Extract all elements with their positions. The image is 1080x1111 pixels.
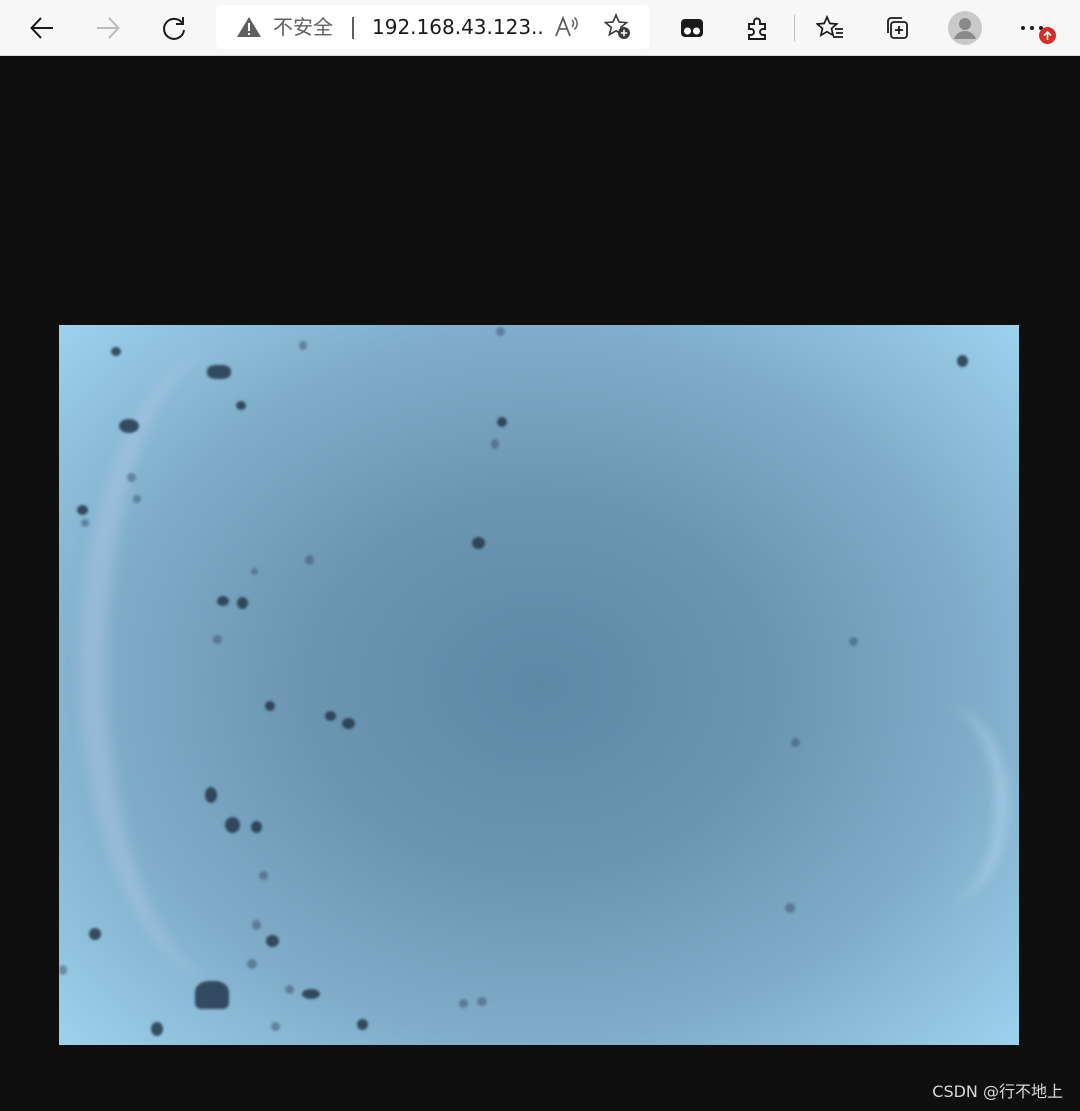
dust-speck <box>213 635 222 644</box>
dust-speck <box>305 555 314 565</box>
page-content: CSDN @行不地上 <box>0 57 1080 1111</box>
dust-speck <box>496 327 505 336</box>
dust-speck <box>81 519 89 527</box>
dust-speck <box>217 596 229 606</box>
dust-speck <box>472 537 485 549</box>
dust-speck <box>259 871 268 880</box>
reader-glasses-icon <box>679 16 705 40</box>
watermark-text: CSDN @行不地上 <box>932 1082 1063 1101</box>
back-button[interactable] <box>22 8 62 48</box>
dust-speck <box>251 821 262 833</box>
dust-speck <box>237 597 248 609</box>
favorites-list-icon <box>816 15 844 41</box>
dust-speck <box>477 997 487 1006</box>
profile-button[interactable] <box>945 8 985 48</box>
refresh-icon <box>160 14 188 42</box>
read-aloud-icon[interactable] <box>552 13 580 41</box>
dust-speck <box>127 473 136 482</box>
dust-speck <box>195 981 229 1009</box>
dust-speck <box>271 1022 280 1031</box>
address-bar[interactable]: 不安全 192.168.43.123... <box>216 5 650 49</box>
browser-toolbar: 不安全 192.168.43.123... <box>0 0 1080 56</box>
dust-speck <box>207 365 231 379</box>
immersive-reader-button[interactable] <box>672 8 712 48</box>
collections-icon <box>884 15 910 41</box>
arrow-right-icon <box>95 15 121 41</box>
security-status-text[interactable]: 不安全 <box>273 14 333 40</box>
avatar-icon <box>947 10 983 46</box>
dust-speck <box>285 985 294 994</box>
dust-speck <box>225 817 240 833</box>
dust-speck <box>791 738 800 747</box>
dust-speck <box>89 928 101 940</box>
dust-speck <box>119 419 139 433</box>
dust-speck <box>849 637 858 646</box>
dust-speck <box>77 505 88 515</box>
dust-speck <box>491 439 499 449</box>
refresh-button[interactable] <box>154 8 194 48</box>
favorites-button[interactable] <box>810 8 850 48</box>
dust-speck <box>266 935 279 947</box>
dust-speck <box>299 341 307 350</box>
dust-speck <box>957 355 968 367</box>
dust-speck <box>111 347 121 356</box>
dust-speck <box>325 711 336 721</box>
dust-speck <box>357 1019 368 1030</box>
dust-speck <box>133 495 141 503</box>
collections-button[interactable] <box>877 8 917 48</box>
dust-speck <box>497 417 507 427</box>
toolbar-divider <box>794 15 795 41</box>
dust-speck <box>151 1022 163 1036</box>
dust-speck <box>785 903 795 913</box>
forward-button[interactable] <box>88 8 128 48</box>
dust-speck <box>59 965 67 975</box>
dust-speck <box>236 401 246 410</box>
dust-speck <box>247 959 257 969</box>
address-divider <box>352 17 354 39</box>
url-text[interactable]: 192.168.43.123... <box>372 14 542 40</box>
lens-reflection <box>79 345 387 985</box>
dust-speck <box>205 787 217 803</box>
arrow-left-icon <box>29 15 55 41</box>
puzzle-icon <box>745 15 771 41</box>
dust-speck <box>342 718 355 729</box>
dust-speck <box>302 989 320 999</box>
dust-speck <box>252 920 261 930</box>
add-favorite-icon[interactable] <box>604 13 632 41</box>
dust-speck <box>459 999 468 1008</box>
dust-speck <box>251 568 258 575</box>
dust-speck <box>265 701 275 711</box>
lens-reflection <box>875 705 1009 905</box>
warning-triangle-icon[interactable] <box>236 16 262 38</box>
extensions-button[interactable] <box>738 8 778 48</box>
update-arrow-icon[interactable] <box>1039 27 1056 44</box>
camera-stream-image <box>59 325 1019 1045</box>
